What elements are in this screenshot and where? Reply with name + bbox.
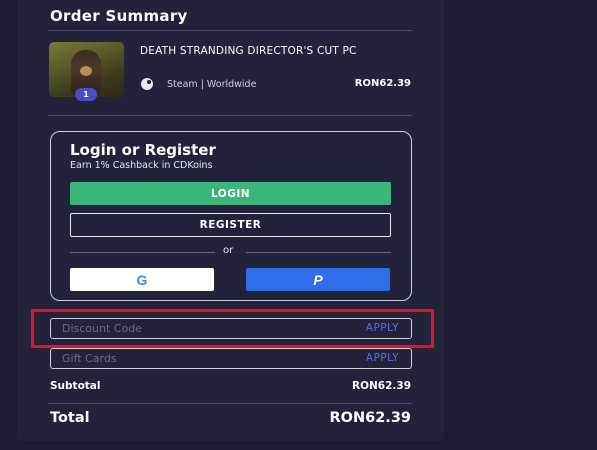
- gift-card-input[interactable]: Gift Cards: [62, 352, 117, 365]
- product-price: RON62.39: [354, 78, 411, 89]
- subtotal-label: Subtotal: [50, 380, 101, 392]
- order-summary-title: Order Summary: [50, 7, 188, 25]
- platform-label: Steam | Worldwide: [167, 78, 257, 90]
- google-icon: G: [136, 271, 148, 288]
- or-divider-right: [246, 252, 391, 253]
- steam-icon: [141, 78, 153, 90]
- or-label: or: [223, 245, 234, 256]
- paypal-icon: P: [313, 271, 323, 288]
- paypal-login-button[interactable]: P: [246, 268, 390, 291]
- apply-gift-card-button[interactable]: APPLY: [366, 352, 399, 364]
- divider: [48, 30, 412, 31]
- login-title: Login or Register: [70, 141, 216, 159]
- google-login-button[interactable]: G: [70, 268, 214, 291]
- cover-glow: [80, 66, 92, 76]
- quantity-badge: 1: [75, 88, 97, 101]
- divider: [48, 115, 412, 116]
- register-button[interactable]: REGISTER: [70, 213, 391, 237]
- cashback-text: Earn 1% Cashback in CDKoins: [70, 160, 213, 171]
- gift-card-field[interactable]: Gift Cards APPLY: [50, 348, 412, 369]
- subtotal-value: RON62.39: [351, 380, 411, 392]
- platform-row: Steam | Worldwide: [141, 78, 256, 90]
- product-name[interactable]: DEATH STRANDING DIRECTOR'S CUT PC: [140, 45, 410, 57]
- or-divider-left: [70, 252, 215, 253]
- divider: [48, 403, 412, 404]
- login-button[interactable]: LOGIN: [70, 182, 391, 205]
- total-label: Total: [50, 410, 90, 426]
- total-value: RON62.39: [329, 410, 412, 426]
- highlight-box: [31, 309, 434, 348]
